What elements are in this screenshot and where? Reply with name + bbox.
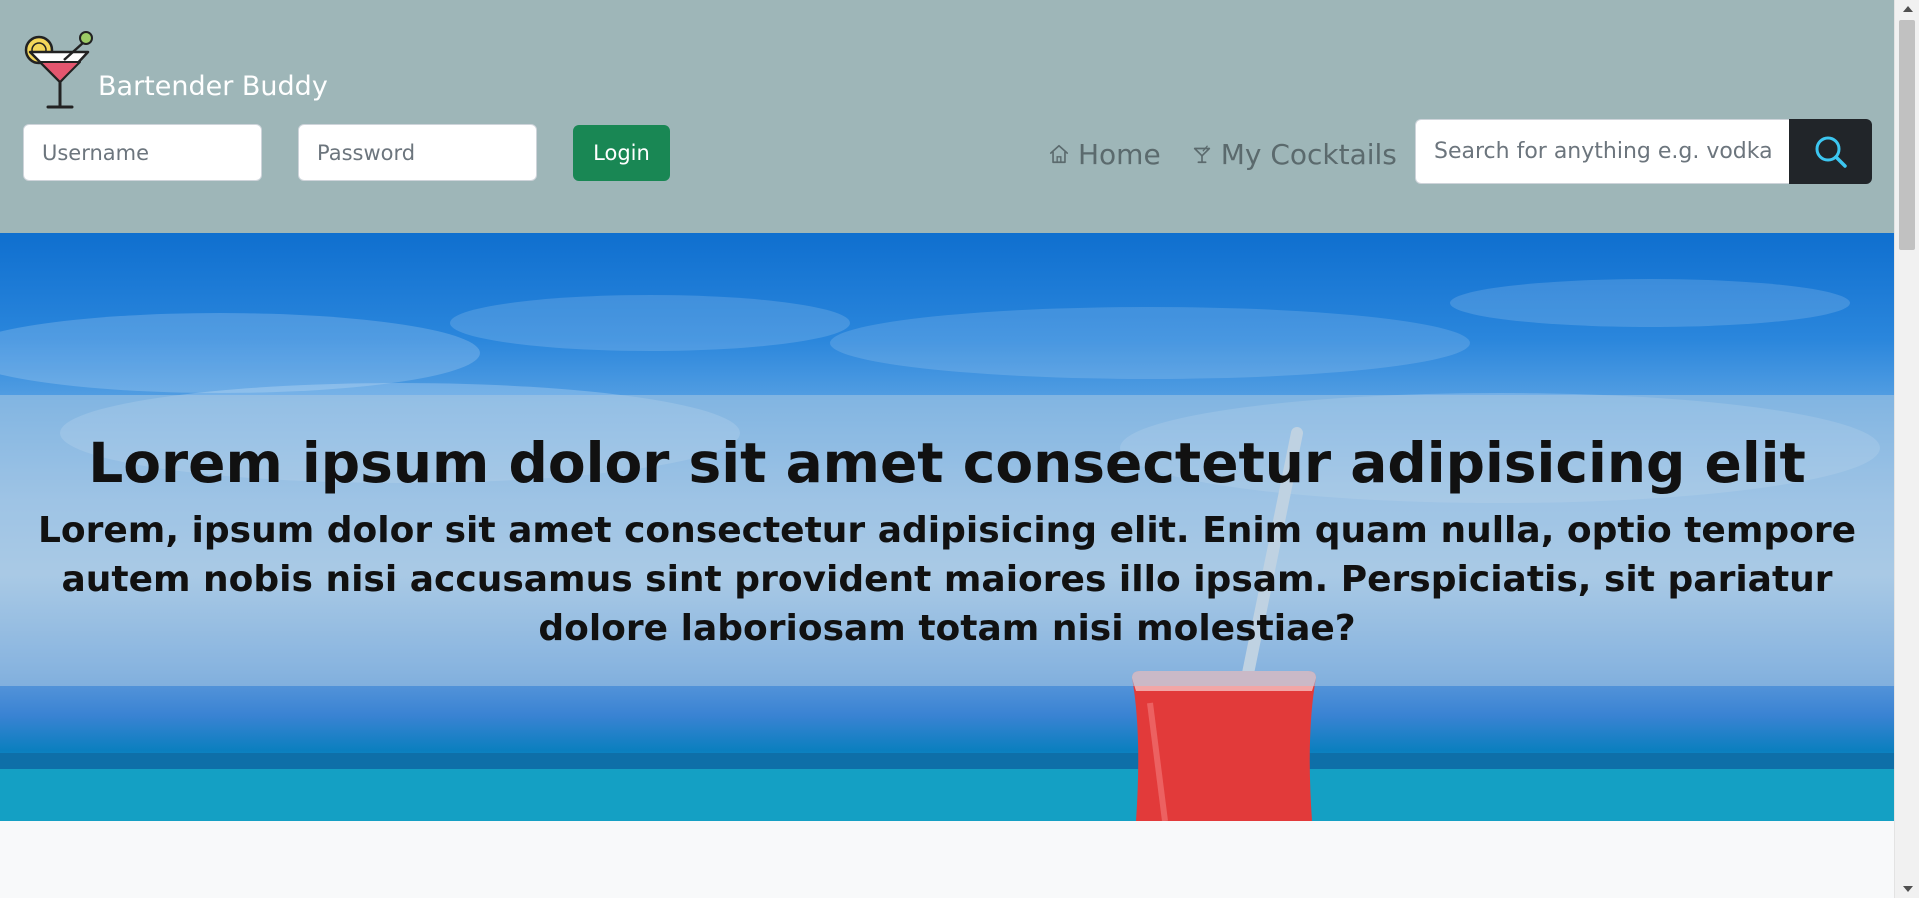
nav-item-my-cocktails-label: My Cocktails xyxy=(1220,137,1397,171)
main-nav: Home My Cocktails xyxy=(1048,132,1397,176)
vertical-scrollbar[interactable] xyxy=(1894,0,1919,898)
hero-banner: Lorem ipsum dolor sit amet consectetur a… xyxy=(0,233,1894,821)
page: Bartender Buddy Login Home xyxy=(0,0,1919,898)
hero-title: Lorem ipsum dolor sit amet consectetur a… xyxy=(88,431,1806,495)
search-input[interactable] xyxy=(1415,119,1789,184)
nav-item-my-cocktails[interactable]: My Cocktails xyxy=(1191,138,1397,171)
home-icon xyxy=(1049,144,1069,164)
login-button[interactable]: Login xyxy=(573,124,670,181)
scroll-thumb[interactable] xyxy=(1899,20,1915,250)
search-icon xyxy=(1815,136,1847,168)
nav-item-home-label: Home xyxy=(1078,137,1161,171)
search-form xyxy=(1415,119,1872,184)
login-form: Login xyxy=(23,124,670,181)
cocktail-icon xyxy=(1193,145,1210,164)
username-input[interactable] xyxy=(23,124,262,181)
scroll-down-arrow-icon[interactable] xyxy=(1895,880,1919,898)
cocktail-glass-icon xyxy=(24,31,93,109)
search-button[interactable] xyxy=(1789,119,1872,184)
site-header: Bartender Buddy Login Home xyxy=(0,0,1894,233)
hero-overlay: Lorem ipsum dolor sit amet consectetur a… xyxy=(0,395,1894,686)
password-input[interactable] xyxy=(298,124,537,181)
hero-text: Lorem, ipsum dolor sit amet consectetur … xyxy=(37,510,1857,649)
nav-item-home[interactable]: Home xyxy=(1048,138,1161,171)
brand-name: Bartender Buddy xyxy=(98,71,328,102)
scroll-up-arrow-icon[interactable] xyxy=(1895,0,1919,18)
brand-link[interactable]: Bartender Buddy xyxy=(24,30,328,110)
